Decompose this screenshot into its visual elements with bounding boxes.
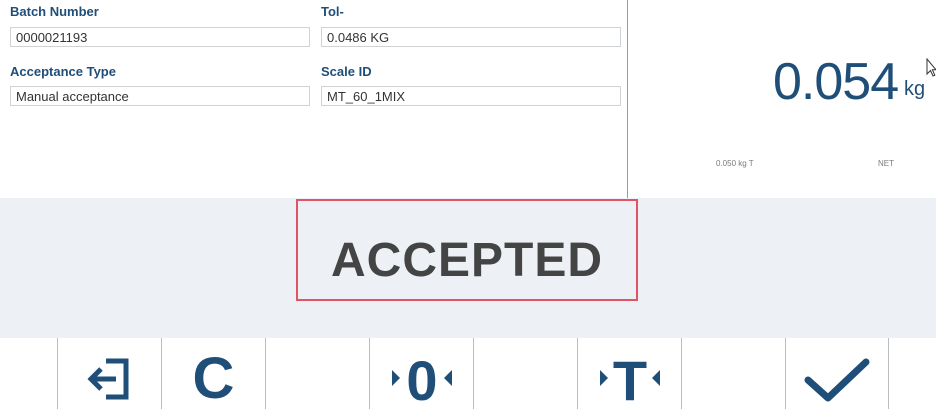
exit-button[interactable] <box>57 338 161 409</box>
tare-icon: T <box>599 356 660 408</box>
status-text: ACCEPTED <box>330 233 604 287</box>
tare-indicator: 0.050 kg T <box>716 159 754 168</box>
checkmark-icon <box>804 358 870 402</box>
acceptance-type-label: Acceptance Type <box>10 64 116 79</box>
tol-minus-field[interactable]: 0.0486 KG <box>321 27 621 47</box>
zero-icon: 0 <box>391 356 452 408</box>
weight-unit: kg <box>904 78 926 100</box>
empty-softkey-3[interactable] <box>681 338 785 409</box>
clear-label: C <box>192 346 235 409</box>
exit-icon <box>86 358 128 400</box>
empty-softkey-1[interactable] <box>265 338 369 409</box>
zero-button[interactable]: 0 <box>369 338 473 409</box>
weight-display: 0.054 kg 0.050 kg T NET <box>628 0 936 198</box>
batch-number-label: Batch Number <box>10 4 99 19</box>
tol-minus-label: Tol- <box>321 4 344 19</box>
zero-label: 0 <box>406 356 437 408</box>
scale-id-field[interactable]: MT_60_1MIX <box>321 86 621 106</box>
accept-button[interactable] <box>785 338 889 409</box>
clear-button[interactable]: C <box>161 338 265 409</box>
batch-number-field[interactable]: 0000021193 <box>10 27 310 47</box>
batch-info-panel: Batch Number 0000021193 Tol- 0.0486 KG A… <box>0 0 628 198</box>
tare-label: T <box>612 356 646 408</box>
scale-terminal-screen: Batch Number 0000021193 Tol- 0.0486 KG A… <box>0 0 936 409</box>
status-box: ACCEPTED <box>296 199 638 301</box>
empty-softkey-2[interactable] <box>473 338 577 409</box>
mouse-cursor-icon <box>926 58 936 77</box>
tare-button[interactable]: T <box>577 338 681 409</box>
acceptance-type-field[interactable]: Manual acceptance <box>10 86 310 106</box>
scale-id-label: Scale ID <box>321 64 372 79</box>
weight-value: 0.054 <box>773 53 899 111</box>
net-indicator: NET <box>878 159 894 168</box>
